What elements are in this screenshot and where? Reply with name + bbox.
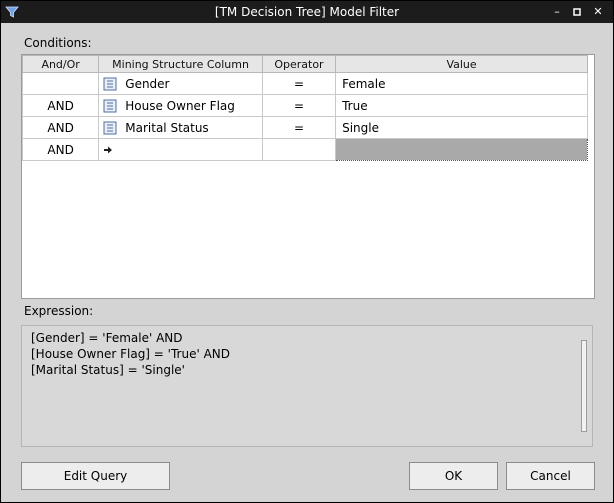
header-operator[interactable]: Operator xyxy=(261,55,337,73)
edit-query-button[interactable]: Edit Query xyxy=(21,462,170,490)
value-cell[interactable]: True xyxy=(335,94,588,117)
expression-line: [House Owner Flag] = 'True' AND xyxy=(31,347,230,361)
operator-cell[interactable]: = xyxy=(261,116,337,139)
close-icon[interactable]: ✕ xyxy=(590,4,606,20)
expression-line: [Gender] = 'Female' AND xyxy=(31,331,183,345)
value-cell[interactable]: Female xyxy=(335,72,588,95)
and-or-cell[interactable] xyxy=(21,72,100,95)
header-and-or[interactable]: And/Or xyxy=(21,55,100,73)
window-title: [TM Decision Tree] Model Filter xyxy=(214,5,400,19)
minimize-icon[interactable]: – xyxy=(549,4,565,20)
table-row[interactable]: Gender = Female xyxy=(21,72,588,95)
column-name: Marital Status xyxy=(125,120,209,135)
table-row[interactable]: AND House Owner Flag = True xyxy=(21,94,588,117)
value-cell[interactable]: Single xyxy=(335,116,588,139)
expression-box[interactable]: [Gender] = 'Female' AND [House Owner Fla… xyxy=(21,325,593,447)
column-icon xyxy=(103,77,117,91)
column-name: House Owner Flag xyxy=(125,98,235,113)
operator-cell[interactable]: = xyxy=(261,94,337,117)
value-cell-selected[interactable] xyxy=(335,138,588,161)
grid-header-row: And/Or Mining Structure Column Operator … xyxy=(21,55,588,73)
column-icon xyxy=(103,121,117,135)
column-cell[interactable] xyxy=(98,138,263,161)
and-or-cell[interactable]: AND xyxy=(21,138,100,161)
table-row[interactable]: AND Marital Status = Single xyxy=(21,116,588,139)
column-cell[interactable]: Gender xyxy=(98,72,263,95)
ok-button[interactable]: OK xyxy=(409,462,498,490)
row-pointer-arrow-icon xyxy=(104,146,113,154)
conditions-grid[interactable]: And/Or Mining Structure Column Operator … xyxy=(21,54,595,299)
column-icon xyxy=(103,99,117,113)
expression-line: [Marital Status] = 'Single' xyxy=(31,363,185,377)
table-row-new[interactable]: AND xyxy=(21,138,588,161)
and-or-cell[interactable]: AND xyxy=(21,94,100,117)
header-value[interactable]: Value xyxy=(335,55,588,73)
title-bar: [TM Decision Tree] Model Filter – ✕ xyxy=(1,1,613,23)
and-or-cell[interactable]: AND xyxy=(21,116,100,139)
maximize-icon[interactable] xyxy=(569,4,585,20)
cancel-button[interactable]: Cancel xyxy=(506,462,595,490)
dialog-body: Conditions: And/Or Mining Structure Colu… xyxy=(1,23,613,502)
operator-cell[interactable]: = xyxy=(261,72,337,95)
column-cell[interactable]: House Owner Flag xyxy=(98,94,263,117)
header-mining-structure-column[interactable]: Mining Structure Column xyxy=(98,55,263,73)
column-cell[interactable]: Marital Status xyxy=(98,116,263,139)
column-name: Gender xyxy=(125,76,170,91)
expression-label: Expression: xyxy=(24,304,94,318)
operator-cell[interactable] xyxy=(261,138,337,161)
model-filter-dialog: [TM Decision Tree] Model Filter – ✕ Cond… xyxy=(0,0,614,503)
expression-scrollbar[interactable] xyxy=(581,340,587,432)
conditions-label: Conditions: xyxy=(24,36,92,50)
